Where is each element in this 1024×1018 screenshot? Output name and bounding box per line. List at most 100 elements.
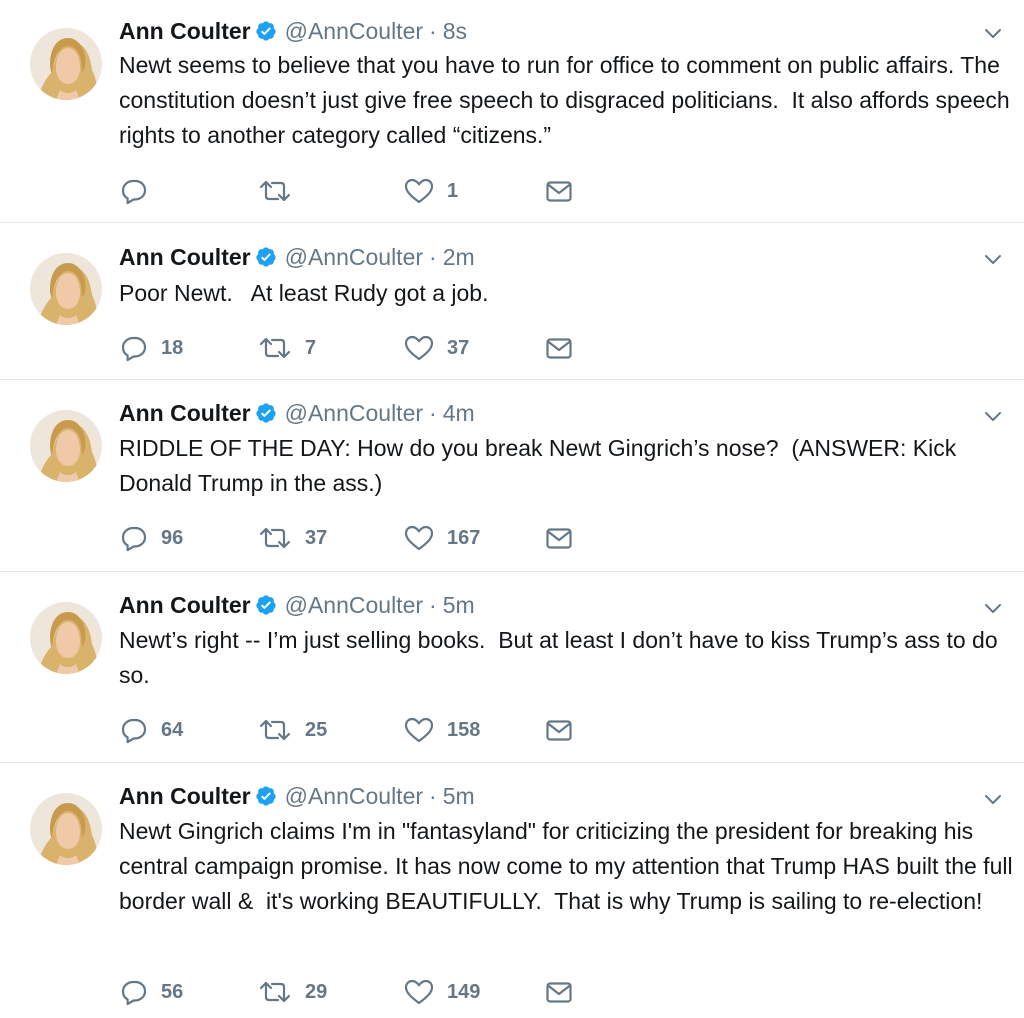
avatar[interactable] xyxy=(30,793,102,865)
tweet-actions: 1 xyxy=(119,176,589,206)
direct-message-button[interactable] xyxy=(544,523,574,553)
separator-dot: · xyxy=(429,399,437,426)
reply-icon xyxy=(119,523,149,553)
like-button[interactable]: 149 xyxy=(403,977,480,1007)
reply-button[interactable]: 56 xyxy=(119,977,183,1007)
tweet[interactable]: Ann Coulter @AnnCoulter · 5m Newt Gingri… xyxy=(0,763,1024,1018)
reply-button[interactable]: 96 xyxy=(119,523,183,553)
tweet-actions: 56 29 149 xyxy=(119,977,589,1007)
retweet-icon xyxy=(257,176,293,206)
tweet-feed: Ann Coulter @AnnCoulter · 8s Newt seems … xyxy=(0,0,1024,1018)
likes-count: 158 xyxy=(447,718,481,741)
author-name[interactable]: Ann Coulter xyxy=(119,783,251,810)
avatar[interactable] xyxy=(30,253,102,325)
retweet-button[interactable]: 7 xyxy=(257,333,316,363)
reply-icon xyxy=(119,977,149,1007)
reply-icon xyxy=(119,176,149,206)
author-handle[interactable]: @AnnCoulter xyxy=(285,400,423,427)
timestamp[interactable]: 8s xyxy=(443,18,467,45)
chevron-down-icon[interactable] xyxy=(982,22,1004,44)
author-name[interactable]: Ann Coulter xyxy=(119,18,251,45)
avatar[interactable] xyxy=(30,410,102,482)
separator-dot: · xyxy=(429,591,437,618)
verified-badge-icon xyxy=(255,594,277,616)
chevron-down-icon[interactable] xyxy=(982,788,1004,810)
tweet-text: Newt’s right -- I’m just selling books. … xyxy=(119,627,1005,688)
avatar[interactable] xyxy=(30,602,102,674)
reply-button[interactable]: 64 xyxy=(119,715,183,745)
tweet-text: Poor Newt. At least Rudy got a job. xyxy=(119,280,489,306)
heart-icon xyxy=(403,176,435,206)
verified-badge-icon xyxy=(255,402,277,424)
tweet[interactable]: Ann Coulter @AnnCoulter · 5m Newt’s righ… xyxy=(0,572,1024,762)
author-name[interactable]: Ann Coulter xyxy=(119,400,251,427)
reply-button[interactable] xyxy=(119,176,149,206)
direct-message-button[interactable] xyxy=(544,715,574,745)
retweet-button[interactable]: 25 xyxy=(257,715,327,745)
author-handle[interactable]: @AnnCoulter xyxy=(285,244,423,271)
reply-icon xyxy=(119,715,149,745)
chevron-down-icon[interactable] xyxy=(982,597,1004,619)
retweet-button[interactable] xyxy=(257,176,293,206)
replies-count: 56 xyxy=(161,980,184,1003)
tweet-text: Newt seems to believe that you have to r… xyxy=(119,52,1017,148)
author-handle[interactable]: @AnnCoulter xyxy=(285,18,423,45)
separator-dot: · xyxy=(429,243,437,270)
direct-message-button[interactable] xyxy=(544,176,574,206)
reply-icon xyxy=(119,333,149,363)
tweet[interactable]: Ann Coulter @AnnCoulter · 2m Poor Newt. … xyxy=(0,223,1024,379)
tweet-actions: 64 25 158 xyxy=(119,715,589,745)
retweets-count: 37 xyxy=(305,526,328,549)
heart-icon xyxy=(403,977,435,1007)
envelope-icon xyxy=(544,523,574,553)
replies-count: 18 xyxy=(161,336,184,359)
replies-count: 64 xyxy=(161,718,184,741)
envelope-icon xyxy=(544,977,574,1007)
heart-icon xyxy=(403,333,435,363)
retweet-button[interactable]: 37 xyxy=(257,523,327,553)
timestamp[interactable]: 4m xyxy=(443,400,475,427)
tweet[interactable]: Ann Coulter @AnnCoulter · 4m RIDDLE OF T… xyxy=(0,380,1024,571)
avatar[interactable] xyxy=(30,28,102,100)
timestamp[interactable]: 2m xyxy=(443,244,475,271)
envelope-icon xyxy=(544,715,574,745)
retweet-icon xyxy=(257,333,293,363)
direct-message-button[interactable] xyxy=(544,333,574,363)
retweets-count: 7 xyxy=(305,336,317,359)
tweet-actions: 96 37 167 xyxy=(119,523,589,553)
verified-badge-icon xyxy=(255,246,277,268)
author-name[interactable]: Ann Coulter xyxy=(119,244,251,271)
likes-count: 37 xyxy=(447,336,470,359)
retweet-button[interactable]: 29 xyxy=(257,977,327,1007)
direct-message-button[interactable] xyxy=(544,977,574,1007)
timestamp[interactable]: 5m xyxy=(443,783,475,810)
like-button[interactable]: 1 xyxy=(403,176,458,206)
retweet-icon xyxy=(257,523,293,553)
retweets-count: 25 xyxy=(305,718,328,741)
likes-count: 149 xyxy=(447,980,481,1003)
retweet-icon xyxy=(257,977,293,1007)
envelope-icon xyxy=(544,176,574,206)
like-button[interactable]: 37 xyxy=(403,333,469,363)
heart-icon xyxy=(403,715,435,745)
chevron-down-icon[interactable] xyxy=(982,405,1004,427)
likes-count: 1 xyxy=(447,179,459,202)
separator-dot: · xyxy=(429,17,437,44)
tweet-actions: 18 7 37 xyxy=(119,333,589,363)
heart-icon xyxy=(403,523,435,553)
timestamp[interactable]: 5m xyxy=(443,592,475,619)
chevron-down-icon[interactable] xyxy=(982,248,1004,270)
verified-badge-icon xyxy=(255,785,277,807)
separator-dot: · xyxy=(429,782,437,809)
like-button[interactable]: 167 xyxy=(403,523,480,553)
reply-button[interactable]: 18 xyxy=(119,333,183,363)
envelope-icon xyxy=(544,333,574,363)
tweet[interactable]: Ann Coulter @AnnCoulter · 8s Newt seems … xyxy=(0,0,1024,222)
author-handle[interactable]: @AnnCoulter xyxy=(285,783,423,810)
retweet-icon xyxy=(257,715,293,745)
tweet-text: RIDDLE OF THE DAY: How do you break Newt… xyxy=(119,435,963,496)
like-button[interactable]: 158 xyxy=(403,715,480,745)
author-name[interactable]: Ann Coulter xyxy=(119,592,251,619)
author-handle[interactable]: @AnnCoulter xyxy=(285,592,423,619)
tweet-text: Newt Gingrich claims I'm in "fantasyland… xyxy=(119,818,1019,914)
